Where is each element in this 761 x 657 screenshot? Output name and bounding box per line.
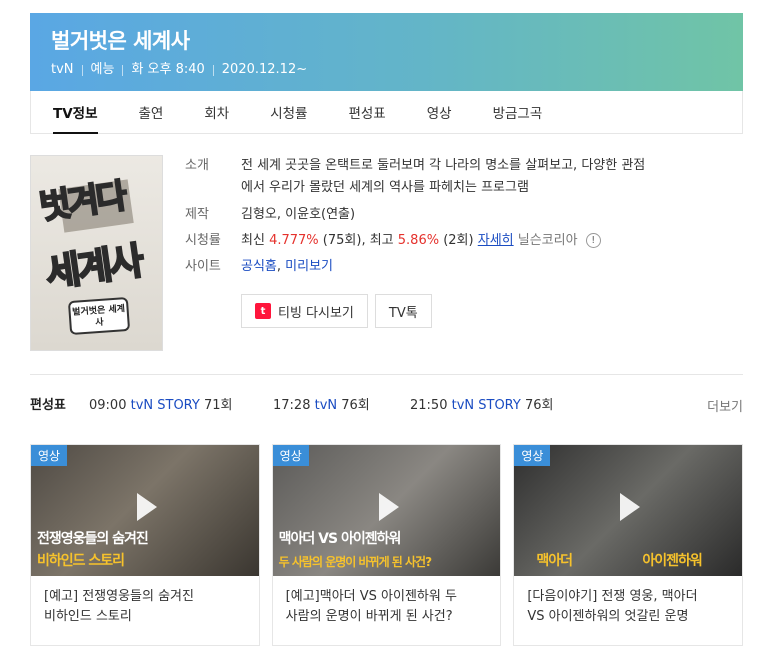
video-card[interactable]: 영상 전쟁영웅들의 숨겨진 비하인드 스토리 [예고] 전쟁영웅들의 숨겨진 비… (30, 444, 260, 646)
schedule-more-link[interactable]: 더보기 (707, 396, 743, 415)
ratings-value: 최신 4.777% (75회), 최고 5.86% (2회) 자세히 닐슨코리아… (241, 230, 601, 252)
tab-episodes[interactable]: 회차 (204, 91, 229, 133)
program-poster[interactable]: 벗겨다 세계사 벌거벗은 세계사 (30, 155, 163, 351)
play-icon[interactable] (620, 492, 641, 521)
tving-logo-icon: t (255, 303, 271, 319)
schedule-bar: 편성표 09:00 tvN STORY 71회 17:28 tvN 76회 21… (30, 374, 743, 432)
tab-ratings[interactable]: 시청률 (270, 91, 307, 133)
video-thumbnail[interactable]: 영상 맥아더 VS 아이젠하워 두 사람의 운명이 바뀌게 된 사건? (272, 445, 501, 576)
meta-divider (122, 64, 124, 76)
schedule-heading: 편성표 (30, 398, 66, 413)
meta-divider (81, 64, 83, 76)
video-title[interactable]: [다음이야기] 전쟁 영웅, 맥아더 VS 아이젠하워의 엇갈린 운명 (514, 576, 742, 627)
thumbnail-caption: 맥아더 VS 아이젠하워 (278, 531, 402, 547)
tab-schedule[interactable]: 편성표 (348, 91, 385, 133)
info-row-production: 제작 김형오, 이윤호(연출) (185, 204, 745, 226)
video-title-line-2: VS 아이젠하워의 엇갈린 운명 (527, 609, 689, 624)
info-row-intro: 소개 전 세계 곳곳을 온택트로 둘러보며 각 나라의 명소를 살펴보고, 다양… (185, 155, 745, 199)
start-date: 2020.12.12~ (221, 62, 308, 77)
tab-tv-info[interactable]: TV정보 (53, 91, 98, 134)
thumbnail-caption: 전쟁영웅들의 숨겨진 (37, 531, 149, 547)
tv-talk-button[interactable]: TV톡 (374, 294, 432, 328)
site-label: 사이트 (185, 259, 221, 274)
intro-text: 전 세계 곳곳을 온택트로 둘러보며 각 나라의 명소를 살펴보고, 다양한 관… (241, 155, 645, 199)
info-row-site: 사이트 공식홈, 미리보기 (185, 256, 745, 278)
genre: 예능 (90, 62, 115, 77)
schedule-episode: 76회 (524, 398, 554, 413)
program-title[interactable]: 벌거벗은 세계사 (51, 27, 743, 55)
video-card[interactable]: 영상 맥아더 VS 아이젠하워 두 사람의 운명이 바뀌게 된 사건? [예고]… (271, 444, 502, 646)
official-site-link[interactable]: 공식홈 (241, 259, 277, 274)
poster-title-bottom: 세계사 (42, 238, 145, 297)
tab-music[interactable]: 방금그곡 (493, 91, 543, 133)
schedule-time: 09:00 (89, 398, 127, 413)
program-tabs: TV정보 출연 회차 시청률 편성표 영상 방금그곡 (30, 91, 743, 134)
ratings-best-prefix: , 최고 (361, 233, 394, 248)
schedule-channel: tvN STORY (451, 398, 521, 413)
schedule-item[interactable]: 21:50 tvN STORY 76회 (410, 394, 553, 413)
program-meta: tvN 예능 화 오후 8:40 2020.12.12~ (51, 61, 743, 79)
channel-name[interactable]: tvN (51, 61, 74, 79)
tab-cast[interactable]: 출연 (139, 91, 164, 133)
intro-label: 소개 (185, 158, 209, 173)
schedule-time: 21:50 (410, 398, 448, 413)
tving-replay-label: 티빙 다시보기 (278, 305, 354, 321)
play-icon[interactable] (378, 492, 399, 521)
tving-replay-button[interactable]: t 티빙 다시보기 (241, 294, 368, 328)
video-title-line-2: 비하인드 스토리 (44, 609, 132, 624)
program-header: 벌거벗은 세계사 tvN 예능 화 오후 8:40 2020.12.12~ (30, 13, 743, 91)
ratings-detail-link[interactable]: 자세히 (478, 233, 514, 248)
intro-line-2: 에서 우리가 몰랐던 세계의 역사를 파헤치는 프로그램 (241, 180, 529, 195)
thumbnail-caption: 맥아더 (536, 553, 573, 569)
video-title-line-1: [예고]맥아더 VS 아이젠하워 두 (285, 589, 457, 604)
ratings-label: 시청률 (185, 233, 221, 248)
action-buttons: t 티빙 다시보기 TV톡 (241, 294, 432, 328)
ratings-source: 닐슨코리아 (517, 233, 578, 248)
schedule-item[interactable]: 17:28 tvN 76회 (273, 394, 410, 413)
production-value: 김형오, 이윤호(연출) (241, 207, 356, 222)
video-tag: 영상 (31, 445, 68, 466)
ratings-latest-episode: (75회) (322, 233, 362, 248)
preview-link[interactable]: 미리보기 (285, 259, 333, 274)
poster-badge: 벌거벗은 세계사 (67, 296, 131, 336)
thumbnail-subcaption: 비하인드 스토리 (37, 553, 125, 569)
play-icon[interactable] (136, 492, 157, 521)
schedule-time: 17:28 (273, 398, 311, 413)
schedule-item[interactable]: 09:00 tvN STORY 71회 (89, 394, 273, 413)
video-title[interactable]: [예고]맥아더 VS 아이젠하워 두 사람의 운명이 바뀌게 된 사건? (273, 576, 501, 627)
video-tag: 영상 (514, 445, 551, 466)
video-list: 영상 전쟁영웅들의 숨겨진 비하인드 스토리 [예고] 전쟁영웅들의 숨겨진 비… (30, 444, 744, 646)
ratings-latest-prefix: 최신 (241, 233, 265, 248)
help-icon[interactable]: ! (585, 233, 601, 248)
schedule-channel: tvN (314, 398, 338, 413)
schedule-channel: tvN STORY (130, 398, 200, 413)
schedule-episode: 71회 (203, 398, 233, 413)
video-title-line-2: 사람의 운명이 바뀌게 된 사건? (285, 609, 453, 624)
intro-line-1: 전 세계 곳곳을 온택트로 둘러보며 각 나라의 명소를 살펴보고, 다양한 관… (241, 158, 646, 173)
thumbnail-subcaption: 두 사람의 운명이 바뀌게 된 사건? (278, 555, 432, 569)
ratings-latest-value: 4.777% (269, 233, 319, 248)
video-title-line-1: [다음이야기] 전쟁 영웅, 맥아더 (527, 589, 698, 604)
meta-divider (212, 64, 214, 76)
thumbnail-subcaption: 아이젠하워 (642, 553, 702, 569)
video-title-line-1: [예고] 전쟁영웅들의 숨겨진 (44, 589, 194, 604)
ratings-best-value: 5.86% (397, 233, 440, 248)
video-card[interactable]: 영상 맥아더 아이젠하워 [다음이야기] 전쟁 영웅, 맥아더 VS 아이젠하워… (513, 444, 744, 646)
site-links: 공식홈, 미리보기 (241, 259, 333, 274)
schedule-episode: 76회 (341, 398, 370, 413)
video-thumbnail[interactable]: 영상 맥아더 아이젠하워 (514, 445, 743, 576)
program-info: 소개 전 세계 곳곳을 온택트로 둘러보며 각 나라의 명소를 살펴보고, 다양… (185, 155, 745, 278)
video-tag: 영상 (272, 445, 309, 466)
info-row-ratings: 시청률 최신 4.777% (75회), 최고 5.86% (2회) 자세히 닐… (185, 230, 745, 252)
tab-videos[interactable]: 영상 (427, 91, 452, 133)
video-thumbnail[interactable]: 영상 전쟁영웅들의 숨겨진 비하인드 스토리 (31, 445, 259, 576)
airtime: 화 오후 8:40 (131, 62, 205, 77)
video-title[interactable]: [예고] 전쟁영웅들의 숨겨진 비하인드 스토리 (31, 576, 259, 627)
ratings-best-episode: (2회) (443, 233, 474, 248)
production-label: 제작 (185, 207, 209, 222)
